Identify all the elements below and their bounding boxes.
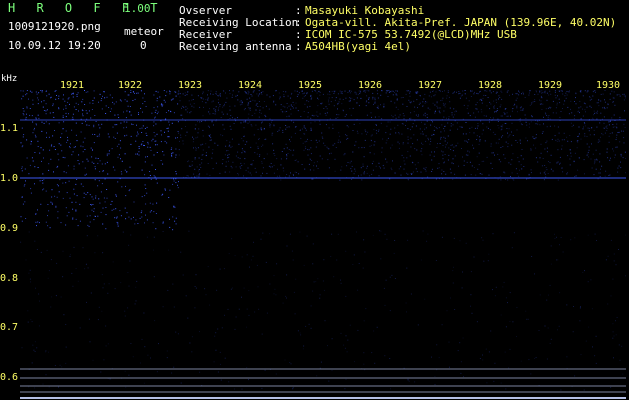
meteor-label: meteor [124, 25, 164, 38]
spectrogram-plot [20, 90, 626, 400]
frequency-tick-label: 0.7 [0, 322, 19, 333]
frequency-tick-label: 0.8 [0, 273, 19, 284]
frequency-tick-label: 1.1 [0, 123, 19, 134]
info-label-antenna: Receiving antenna [179, 40, 292, 53]
file-name: 1009121920.png [8, 20, 101, 33]
meteor-count: 0 [140, 39, 147, 52]
spectrogram-background [20, 90, 626, 400]
info-colon: : [295, 40, 302, 53]
datetime-stamp: 10.09.12 19:20 [8, 39, 101, 52]
frequency-unit-label: kHz [1, 74, 18, 84]
frequency-tick-label: 1.0 [0, 173, 19, 184]
frequency-tick-label: 0.6 [0, 372, 19, 383]
app-version: 1.00 [124, 2, 151, 15]
frequency-tick-label: 0.9 [0, 223, 19, 234]
hroft-window: H R O F F T 1.00 1009121920.png meteor 1… [0, 0, 629, 400]
info-value-antenna: A504HB(yagi 4el) [305, 40, 411, 53]
